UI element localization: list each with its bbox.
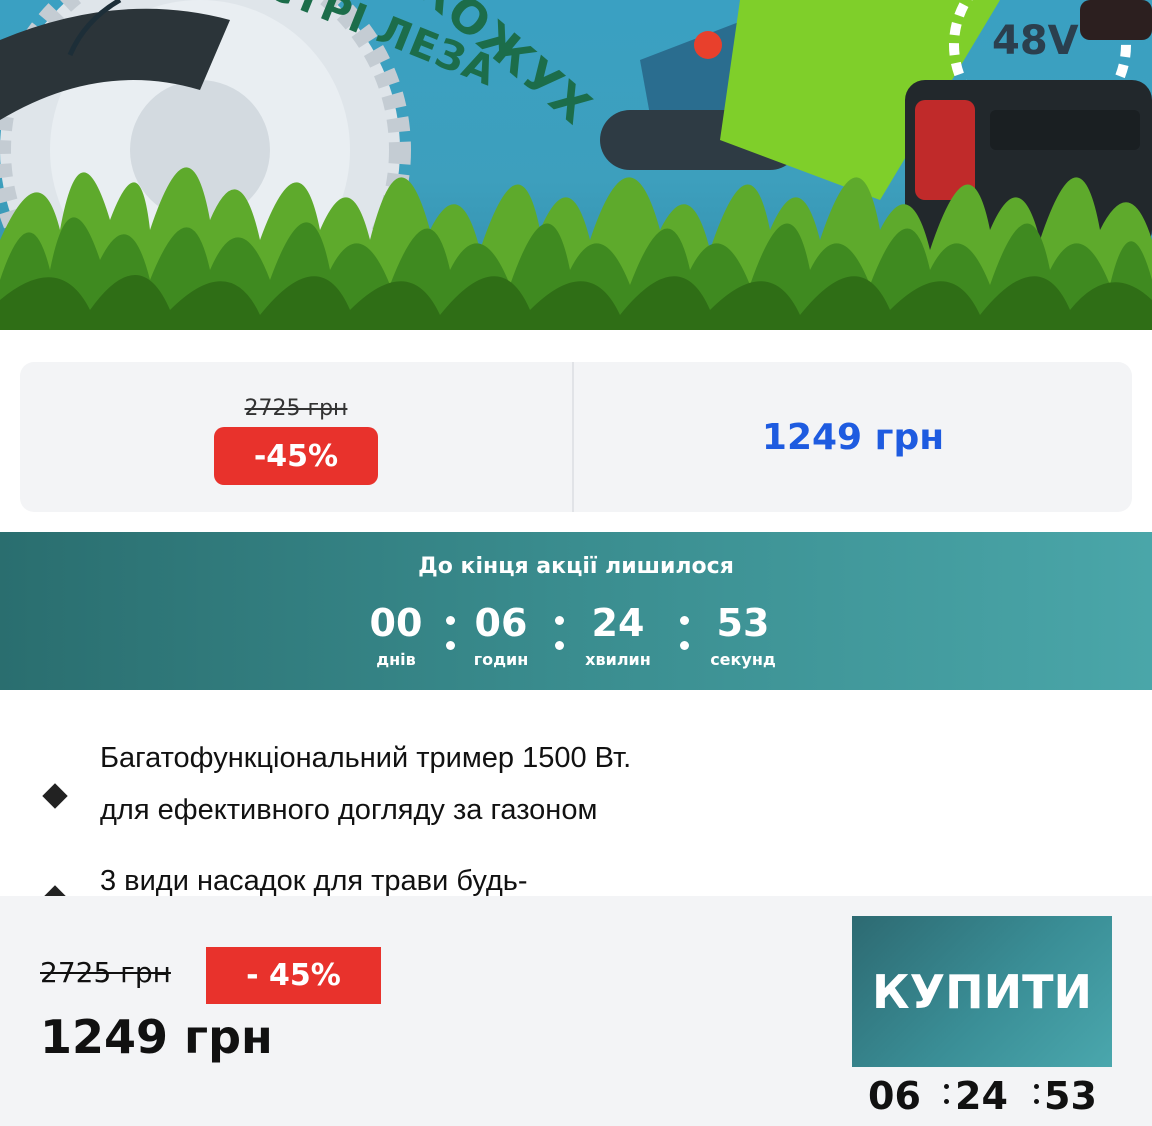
countdown-hours-value: 06 — [474, 601, 528, 645]
countdown-banner: До кінця акції лишилося 00 днів 06 годин… — [0, 532, 1152, 690]
bottom-countdown: 06 24 53 — [866, 1074, 1106, 1118]
countdown-minutes-label: хвилин — [585, 650, 651, 669]
countdown-seconds-label: секунд — [710, 650, 776, 669]
countdown-seconds: 53 секунд — [683, 600, 803, 669]
bottom-old-price: 2725 грн — [40, 956, 171, 989]
diamond-bullet-icon — [42, 783, 68, 809]
buy-button[interactable]: КУПИТИ — [852, 916, 1112, 1067]
feature-text: Багатофункціональний тример 1500 Вт. для… — [100, 732, 740, 836]
hero-banner: КОЖУХ ГОСТРІ ЛЕЗА 48V — [0, 0, 1152, 330]
countdown-days: 00 днів — [336, 600, 456, 669]
countdown-minutes-value: 24 — [591, 601, 645, 645]
bottom-discount-badge: - 45% — [206, 947, 381, 1004]
bottom-countdown-seconds: 53 — [1044, 1074, 1097, 1118]
discount-badge: -45% — [214, 427, 378, 485]
hero-illustration — [0, 0, 1152, 330]
old-price: 2725 грн — [244, 396, 348, 421]
feature-line: для ефективного догляду за газоном — [100, 794, 598, 826]
bottom-countdown-hours: 06 — [868, 1074, 921, 1118]
price-card: 2725 грн -45% 1249 грн — [20, 362, 1132, 512]
bottom-new-price: 1249 грн — [40, 1010, 273, 1064]
bottom-countdown-separator — [1034, 1084, 1040, 1114]
bottom-countdown-separator — [944, 1084, 950, 1114]
feature-line: Багатофункціональний тример 1500 Вт. — [100, 742, 632, 774]
countdown-hours: 06 годин — [441, 600, 561, 669]
bottom-countdown-minutes: 24 — [955, 1074, 1008, 1118]
countdown-days-label: днів — [376, 650, 416, 669]
countdown-hours-label: годин — [473, 650, 529, 669]
countdown-minutes: 24 хвилин — [558, 600, 678, 669]
countdown-title: До кінця акції лишилося — [418, 554, 734, 579]
countdown-days-value: 00 — [369, 601, 423, 645]
voltage-badge: 48V — [992, 18, 1079, 64]
countdown-seconds-value: 53 — [716, 601, 770, 645]
price-card-old-section: 2725 грн -45% — [20, 362, 572, 512]
new-price: 1249 грн — [761, 416, 945, 458]
sticky-buy-bar: 2725 грн - 45% 1249 грн КУПИТИ 06 24 53 — [0, 896, 1152, 1126]
